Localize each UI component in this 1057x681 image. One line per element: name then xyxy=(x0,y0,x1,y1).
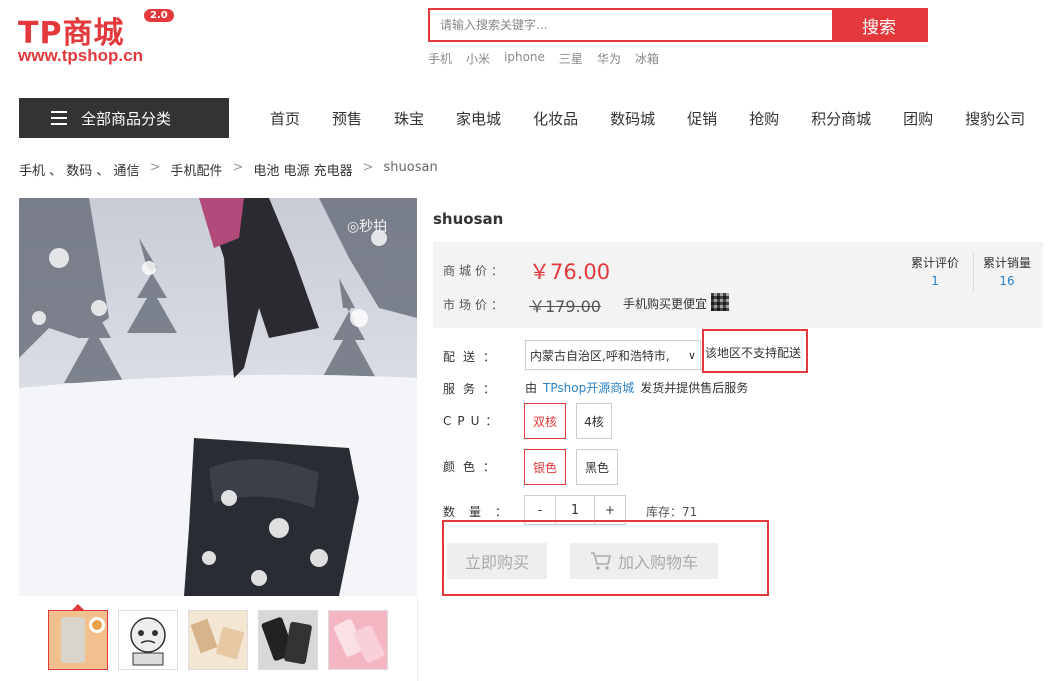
nav-item-home[interactable]: 首页 xyxy=(254,108,316,129)
service-label: 服务： xyxy=(443,382,504,396)
delivery-label: 配送： xyxy=(443,350,504,364)
breadcrumb-item[interactable]: 手机配件 xyxy=(170,160,222,179)
search-bar: 搜索 xyxy=(428,8,928,42)
nav-item-flash-sale[interactable]: 抢购 xyxy=(733,108,795,129)
option-color-silver[interactable]: 银色 xyxy=(524,449,566,485)
hot-word-link[interactable]: iphone xyxy=(504,50,545,67)
hot-word-link[interactable]: 华为 xyxy=(597,50,621,67)
delivery-address-value: 内蒙古自治区,呼和浩特市, xyxy=(530,348,670,363)
chevron-right-icon: > xyxy=(232,160,244,175)
thumbnail-image[interactable] xyxy=(328,610,388,670)
logo-url: www.tpshop.cn xyxy=(18,46,143,65)
shop-price-label: 商城价： xyxy=(443,264,508,278)
market-price-label: 市场价： xyxy=(443,298,508,312)
all-categories-label: 全部商品分类 xyxy=(81,109,172,128)
product-photo: ◎秒拍 xyxy=(19,198,417,596)
nav-item-cosmetics[interactable]: 化妆品 xyxy=(517,108,594,129)
thumbnail-image[interactable] xyxy=(48,610,108,670)
nav-item-points-mall[interactable]: 积分商城 xyxy=(795,108,887,129)
sales-count: 16 xyxy=(999,274,1015,288)
thumbnail-image[interactable] xyxy=(188,610,248,670)
logo-version-badge: 2.0 xyxy=(144,9,174,22)
price-panel: 商城价： ￥76.00 市场价： ￥179.00 手机购买更便宜 累计评价 1 … xyxy=(433,242,1043,328)
search-button[interactable]: 搜索 xyxy=(832,10,926,40)
quantity-label: 数量： xyxy=(443,505,522,519)
hot-word-link[interactable]: 三星 xyxy=(559,50,583,67)
thumbnail-image[interactable] xyxy=(258,610,318,670)
review-label: 累计评价 xyxy=(911,256,960,270)
option-cpu-dual[interactable]: 双核 xyxy=(524,403,566,439)
chevron-right-icon: > xyxy=(149,160,161,175)
product-main-image[interactable]: ◎秒拍 xyxy=(19,198,417,596)
hot-search-words: 手机 小米 iphone 三星 华为 冰箱 xyxy=(428,50,659,67)
service-suffix: 发货并提供售后服务 xyxy=(640,381,749,395)
shop-price: ￥76.00 xyxy=(529,260,611,284)
nav-item-promotion[interactable]: 促销 xyxy=(671,108,733,129)
sales-stat: 累计销量 16 xyxy=(983,254,1031,288)
service-store-link[interactable]: TPshop开源商城 xyxy=(543,381,634,395)
nav-item-digital[interactable]: 数码城 xyxy=(594,108,671,129)
highlight-box xyxy=(702,329,808,373)
divider xyxy=(973,252,974,292)
hot-word-link[interactable]: 小米 xyxy=(466,50,490,67)
thumbnail-image[interactable] xyxy=(118,610,178,670)
service-info: 由 TPshop开源商城 发货并提供售后服务 xyxy=(525,379,748,396)
site-logo[interactable]: TP商城 2.0 www.tpshop.cn xyxy=(18,6,198,66)
nav-item-jewelry[interactable]: 珠宝 xyxy=(378,108,440,129)
sales-label: 累计销量 xyxy=(983,256,1032,270)
service-prefix: 由 xyxy=(525,381,538,395)
chevron-right-icon: > xyxy=(362,160,374,175)
qr-code-icon[interactable] xyxy=(711,293,729,311)
product-title: shuosan xyxy=(433,210,504,228)
stock-count: 库存：71 xyxy=(646,505,698,519)
chevron-down-icon: ∨ xyxy=(687,349,696,362)
market-price: ￥179.00 xyxy=(529,297,601,316)
nav-item-appliances[interactable]: 家电城 xyxy=(440,108,517,129)
breadcrumb-current: shuosan xyxy=(383,160,438,175)
option-color-black[interactable]: 黑色 xyxy=(576,449,618,485)
hot-word-link[interactable]: 冰箱 xyxy=(635,50,659,67)
mobile-cheap-text: 手机购买更便宜 xyxy=(623,297,708,311)
divider xyxy=(417,598,418,681)
svg-text:◎秒拍: ◎秒拍 xyxy=(347,219,387,235)
review-stat[interactable]: 累计评价 1 xyxy=(911,254,959,288)
breadcrumb-item[interactable]: 手机 、 数码 、 通信 xyxy=(19,160,140,179)
search-input[interactable] xyxy=(430,10,834,40)
nav-item-group-buy[interactable]: 团购 xyxy=(887,108,949,129)
nav-item-company[interactable]: 搜豹公司 xyxy=(949,108,1041,129)
review-count: 1 xyxy=(931,274,939,288)
all-categories-button[interactable]: 全部商品分类 xyxy=(19,98,229,138)
cpu-label: CPU： xyxy=(443,414,504,428)
hot-word-link[interactable]: 手机 xyxy=(428,50,452,67)
thumbnail-list xyxy=(48,610,388,670)
color-label: 颜色： xyxy=(443,460,504,474)
option-cpu-quad[interactable]: 4核 xyxy=(576,403,612,439)
breadcrumb: 手机 、 数码 、 通信 > 手机配件 > 电池 电源 充电器 > shuosa… xyxy=(19,160,438,179)
main-nav: 首页 预售 珠宝 家电城 化妆品 数码城 促销 抢购 积分商城 团购 搜豹公司 xyxy=(254,98,1041,138)
delivery-address-select[interactable]: 内蒙古自治区,呼和浩特市, ∨ xyxy=(525,340,701,370)
menu-icon xyxy=(51,111,67,125)
breadcrumb-item[interactable]: 电池 电源 充电器 xyxy=(253,160,352,179)
highlight-box xyxy=(442,520,769,596)
nav-item-presale[interactable]: 预售 xyxy=(316,108,378,129)
